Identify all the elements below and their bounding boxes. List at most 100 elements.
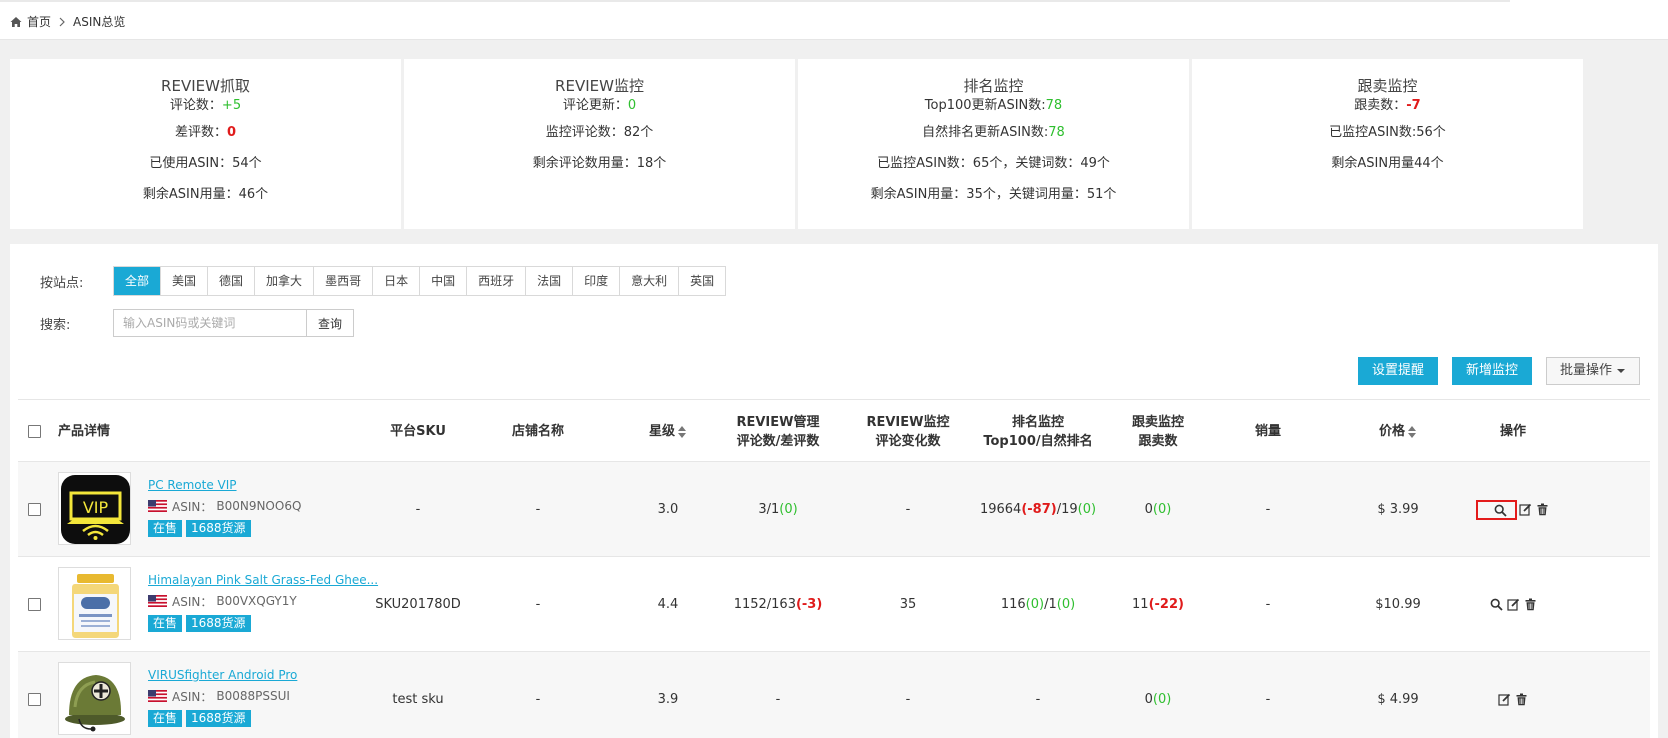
edit-icon[interactable] xyxy=(1498,693,1511,706)
sort-icon[interactable] xyxy=(1407,425,1417,439)
table-body: VIP PC Remote VIP ASIN： B00N9NOO6Q 在售 1688货源 -… xyxy=(18,462,1650,738)
row-checkbox[interactable] xyxy=(28,598,41,611)
card-stat-label: 剩余ASIN用量44个 xyxy=(1331,156,1444,171)
product-name-link[interactable]: PC Remote VIP xyxy=(148,476,301,494)
breadcrumb-current: ASIN总览 xyxy=(73,15,126,29)
search-button[interactable]: 查询 xyxy=(307,309,354,337)
site-filter: 按站点: 全部 美国 德国 加拿大 墨西哥 日本 中国 西班牙 法国 印度 意大利 英国 xyxy=(40,266,727,296)
rank-monitor-card: 排名监控 Top100更新ASIN数:78 自然排名更新ASIN数:78 已监控ASI… xyxy=(798,59,1189,229)
product-name-link[interactable]: VIRUSfighter Android Pro xyxy=(148,666,297,684)
card-stat-label: 已监控ASIN数：65个，关键词数：49个 xyxy=(877,156,1110,171)
card-stat-label: 差评数： xyxy=(174,125,227,140)
site-filter-option[interactable]: 印度 xyxy=(573,267,621,295)
price-cell: $ 4.99 xyxy=(1358,652,1438,738)
site-filter-option[interactable]: 意大利 xyxy=(620,267,680,295)
price-cell: $ 3.99 xyxy=(1358,462,1438,557)
site-filter-option[interactable]: 加拿大 xyxy=(255,267,315,295)
sku-cell: - xyxy=(378,462,458,557)
site-filter-option[interactable]: 西班牙 xyxy=(467,267,527,295)
search-input[interactable] xyxy=(113,309,307,337)
product-info: VIRUSfighter Android Pro ASIN： B0088PSSUI 在… xyxy=(148,666,297,727)
status-badge: 1688货源 xyxy=(186,520,251,537)
site-filter-option[interactable]: 英国 xyxy=(679,267,725,295)
price-cell: $10.99 xyxy=(1358,557,1438,652)
review-change-value: 35 xyxy=(899,597,917,612)
stars-value: 4.4 xyxy=(657,597,679,612)
delete-icon[interactable] xyxy=(1524,598,1537,611)
product-name-link[interactable]: Himalayan Pink Salt Grass-Fed Ghee... xyxy=(148,571,378,589)
row-checkbox-cell xyxy=(28,557,41,652)
card-stat-label: 评论更新： xyxy=(562,98,628,113)
stars-cell: 4.4 xyxy=(628,557,708,652)
delete-icon[interactable] xyxy=(1536,503,1549,516)
card-stat-value: 78 xyxy=(1048,125,1065,140)
sales-cell: - xyxy=(1238,557,1298,652)
card-stat-row: 自然排名更新ASIN数:78 xyxy=(798,117,1189,148)
site-filter-option[interactable]: 德国 xyxy=(208,267,256,295)
header-sales: 销量 xyxy=(1254,424,1281,439)
site-filter-option[interactable]: 墨西哥 xyxy=(314,267,374,295)
edit-icon[interactable] xyxy=(1518,503,1532,516)
asin-line: ASIN： B00N9NOO6Q xyxy=(148,498,301,514)
asin-value: B00VXQGY1Y xyxy=(216,594,297,608)
card-stat-row: 剩余评论数用量：18个 xyxy=(404,148,795,179)
header-follow: 跟卖监控 跟卖数 xyxy=(1113,400,1203,463)
chevron-right-icon xyxy=(59,17,65,26)
card-title: 排名监控 xyxy=(963,77,1024,95)
follow-delta: (0) xyxy=(1152,692,1172,707)
store-cell: - xyxy=(498,462,578,557)
delete-icon[interactable] xyxy=(1515,693,1528,706)
sku-value: SKU201780D xyxy=(375,597,461,612)
card-stat-row: 评论数：+5 xyxy=(10,95,401,117)
table-row: Himalayan Pink Salt Grass-Fed Ghee... ASI… xyxy=(18,557,1650,652)
us-flag-icon xyxy=(148,595,167,607)
top-bar: 首页 ASIN总览 xyxy=(0,0,1668,40)
header-review-monitor: REVIEW监控 评论变化数 xyxy=(853,400,963,463)
batch-actions-dropdown[interactable]: 批量操作 xyxy=(1545,357,1640,385)
product-thumbnail[interactable] xyxy=(58,662,131,735)
card-stat-label: 剩余ASIN用量：46个 xyxy=(142,187,269,202)
follow-cell: 11 (-22) xyxy=(1113,557,1203,652)
search-bar: 搜索: 查询 xyxy=(40,309,354,337)
site-filter-option[interactable]: 日本 xyxy=(373,267,421,295)
header-review-monitor-l1: REVIEW监控 xyxy=(866,414,950,430)
search-icon[interactable] xyxy=(1494,504,1507,517)
rank-natural-delta: (0) xyxy=(1056,597,1076,612)
home-icon[interactable] xyxy=(10,16,22,28)
breadcrumb-home[interactable]: 首页 xyxy=(27,13,51,30)
rank-top100: 19664 xyxy=(979,502,1022,517)
set-reminder-button[interactable]: 设置提醒 xyxy=(1357,357,1438,385)
site-filter-option[interactable]: 全部 xyxy=(114,267,162,295)
add-monitor-button[interactable]: 新增监控 xyxy=(1451,357,1532,385)
asin-value: B00N9NOO6Q xyxy=(216,499,302,513)
site-filter-option[interactable]: 中国 xyxy=(420,267,468,295)
rank-cell: 116 (0)/1 (0) xyxy=(973,557,1103,652)
header-rank: 排名监控 Top100/自然排名 xyxy=(973,400,1103,463)
review-change-value: - xyxy=(905,502,911,517)
toolbar: 设置提醒 新增监控 批量操作 xyxy=(1344,357,1640,385)
select-all-checkbox[interactable] xyxy=(28,425,41,438)
product-thumbnail[interactable]: VIP xyxy=(58,472,131,545)
card-stat-label: Top100更新ASIN数: xyxy=(924,98,1046,113)
rank-top100: - xyxy=(1035,692,1041,707)
sku-cell: test sku xyxy=(378,652,458,738)
card-stat-row: Top100更新ASIN数:78 xyxy=(798,95,1189,117)
row-actions xyxy=(1475,499,1551,520)
follow-count: 11 xyxy=(1132,597,1149,612)
site-filter-option[interactable]: 美国 xyxy=(161,267,209,295)
row-checkbox[interactable] xyxy=(28,693,41,706)
header-price[interactable]: 价格 xyxy=(1358,400,1438,463)
search-icon[interactable] xyxy=(1490,598,1503,611)
header-stars[interactable]: 星级 xyxy=(628,400,708,463)
product-thumbnail[interactable] xyxy=(58,567,131,640)
row-checkbox[interactable] xyxy=(28,503,41,516)
asin-label: ASIN： xyxy=(172,499,213,514)
asin-label: ASIN： xyxy=(172,594,213,609)
sku-value: test sku xyxy=(392,692,444,707)
follow-delta: (0) xyxy=(1152,502,1172,517)
edit-icon[interactable] xyxy=(1506,598,1520,611)
highlighted-search-button[interactable] xyxy=(1475,499,1517,520)
site-filter-option[interactable]: 法国 xyxy=(526,267,574,295)
review-delta: (-3) xyxy=(795,597,823,612)
sort-icon[interactable] xyxy=(677,425,687,439)
